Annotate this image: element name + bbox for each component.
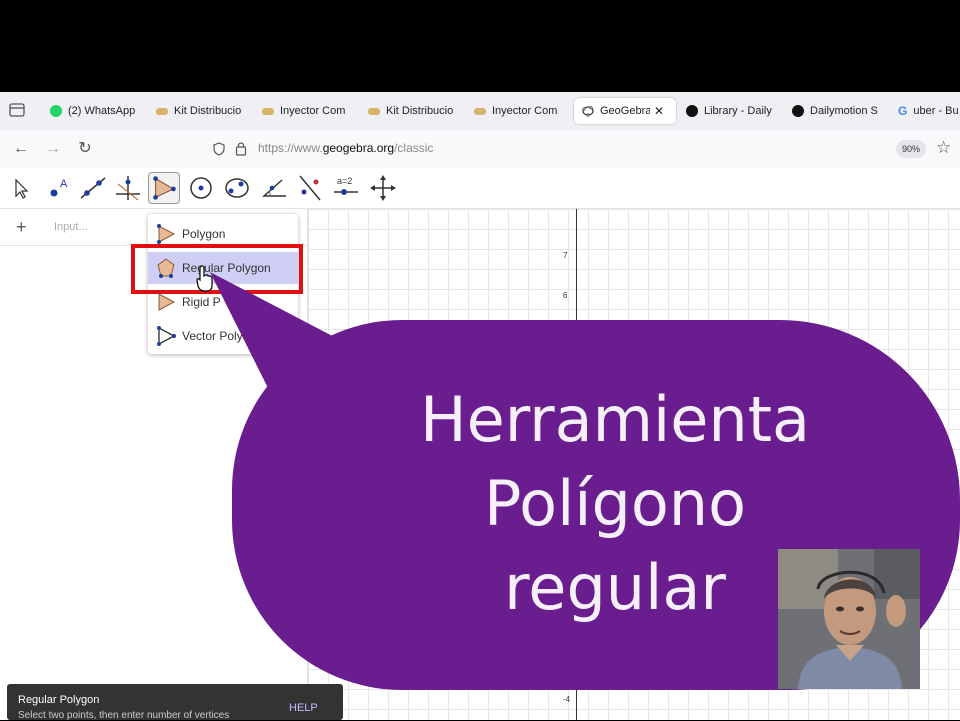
tool-tooltip: Regular Polygon Select two points, then … [7, 684, 343, 721]
presenter-webcam [778, 549, 920, 689]
help-button[interactable]: HELP [289, 702, 318, 714]
hand-cursor-icon [196, 265, 213, 292]
tooltip-description: Select two points, then enter number of … [18, 710, 230, 721]
tooltip-title: Regular Polygon [18, 694, 100, 706]
presenter-image [778, 549, 920, 689]
caption-line: Polígono [483, 467, 747, 540]
caption-line: Herramienta [419, 383, 810, 456]
